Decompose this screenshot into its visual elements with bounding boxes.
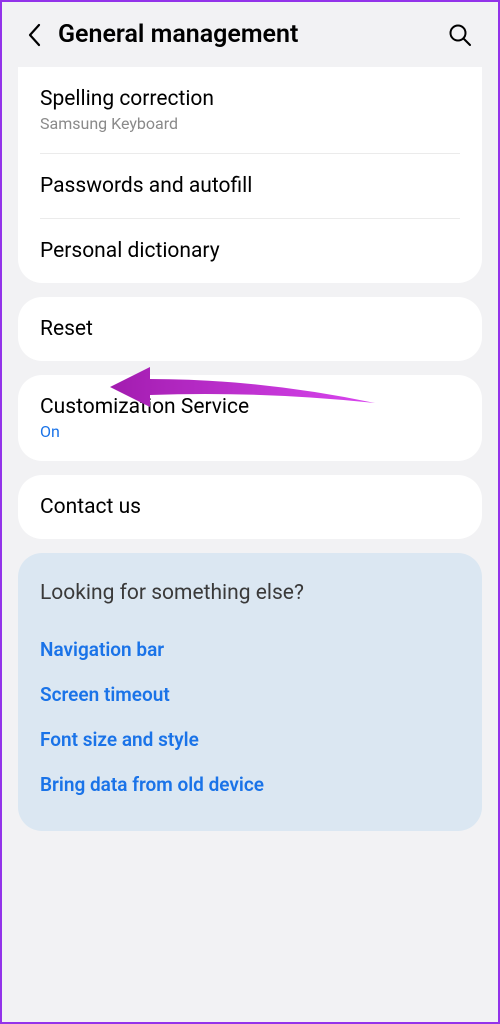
settings-group-4: Contact us bbox=[18, 475, 482, 539]
contact-us-item[interactable]: Contact us bbox=[18, 475, 482, 539]
suggestion-font-size-style[interactable]: Font size and style bbox=[40, 717, 460, 762]
customization-service-item[interactable]: Customization Service On bbox=[18, 375, 482, 461]
item-title: Contact us bbox=[40, 495, 460, 519]
reset-item[interactable]: Reset bbox=[18, 297, 482, 361]
settings-group-1: Spelling correction Samsung Keyboard Pas… bbox=[18, 67, 482, 283]
settings-group-2: Reset bbox=[18, 297, 482, 361]
personal-dictionary-item[interactable]: Personal dictionary bbox=[18, 219, 482, 283]
page-title: General management bbox=[58, 20, 446, 49]
search-icon bbox=[448, 23, 472, 47]
chevron-left-icon bbox=[27, 23, 41, 47]
settings-group-3: Customization Service On bbox=[18, 375, 482, 461]
search-button[interactable] bbox=[446, 21, 474, 49]
suggestion-screen-timeout[interactable]: Screen timeout bbox=[40, 672, 460, 717]
back-button[interactable] bbox=[20, 21, 48, 49]
item-title: Spelling correction bbox=[40, 87, 460, 111]
suggestions-card: Looking for something else? Navigation b… bbox=[18, 553, 482, 831]
suggestion-bring-data[interactable]: Bring data from old device bbox=[40, 762, 460, 807]
item-title: Customization Service bbox=[40, 395, 460, 419]
item-title: Passwords and autofill bbox=[40, 174, 460, 198]
passwords-autofill-item[interactable]: Passwords and autofill bbox=[18, 154, 482, 218]
suggestions-title: Looking for something else? bbox=[40, 581, 460, 605]
item-title: Personal dictionary bbox=[40, 239, 460, 263]
item-title: Reset bbox=[40, 317, 460, 341]
suggestion-navigation-bar[interactable]: Navigation bar bbox=[40, 627, 460, 672]
item-subtitle: On bbox=[40, 422, 460, 441]
header: General management bbox=[2, 2, 498, 67]
spelling-correction-item[interactable]: Spelling correction Samsung Keyboard bbox=[18, 67, 482, 153]
item-subtitle: Samsung Keyboard bbox=[40, 114, 460, 133]
